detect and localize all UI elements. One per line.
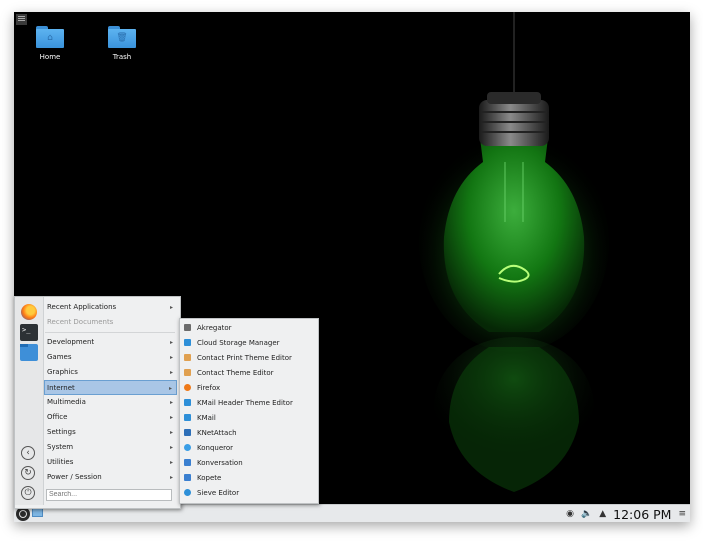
firefox-icon[interactable] [21, 304, 37, 320]
konversation-icon [184, 459, 191, 466]
submenu-item-konqueror[interactable]: Konqueror [184, 441, 314, 455]
refresh-icon[interactable]: ↻ [21, 466, 35, 480]
firefox-icon [184, 384, 191, 391]
clock[interactable]: 12:06 PM [613, 507, 671, 522]
konqueror-icon [184, 444, 191, 451]
back-icon[interactable]: ‹ [21, 446, 35, 460]
menu-item-office[interactable]: Office ▸ [45, 410, 177, 425]
menu-item-graphics[interactable]: Graphics ▸ [45, 365, 177, 380]
menu-separator [45, 332, 175, 333]
submenu-item-akregator[interactable]: Akregator [184, 321, 314, 335]
submenu-item-contact-print-theme-editor[interactable]: Contact Print Theme Editor [184, 351, 314, 365]
submenu-item-knetattach[interactable]: KNetAttach [184, 426, 314, 440]
home-folder-icon: ⌂ [36, 26, 64, 48]
submenu-item-firefox[interactable]: Firefox [184, 381, 314, 395]
desktop-icon-home[interactable]: ⌂ Home [20, 26, 80, 61]
akregator-icon [184, 324, 191, 331]
desktop-toolbox-handle[interactable] [16, 14, 27, 25]
power-icon[interactable]: ⏻ [21, 486, 35, 500]
submenu-item-cloud-storage-manager[interactable]: Cloud Storage Manager [184, 336, 314, 350]
contact-print-theme-icon [184, 354, 191, 361]
contact-theme-icon [184, 369, 191, 376]
menu-item-recent-documents: Recent Documents [47, 318, 114, 326]
desktop-icon-label: Home [39, 53, 61, 61]
submenu-item-konversation[interactable]: Konversation [184, 456, 314, 470]
submenu-item-kopete[interactable]: Kopete [184, 471, 314, 485]
cloud-storage-icon [184, 339, 191, 346]
submenu-item-contact-theme-editor[interactable]: Contact Theme Editor [184, 366, 314, 380]
volume-icon[interactable]: 🔈 [581, 509, 592, 519]
application-menu: ‹ ↻ ⏻ Recent Applications▸ Recent Docume… [14, 296, 181, 509]
desktop-icon-trash[interactable]: 🗑 Trash [92, 26, 152, 61]
menu-item-system[interactable]: System ▸ [45, 440, 177, 455]
menu-item-multimedia[interactable]: Multimedia ▸ [45, 395, 177, 410]
menu-item-recent-applications[interactable]: Recent Applications ▸ [45, 300, 177, 315]
tray-expand-arrow-icon[interactable]: ▲ [599, 509, 606, 519]
kmail-icon [184, 414, 191, 421]
knetattach-icon [184, 429, 191, 436]
menu-item-development[interactable]: Development ▸ [45, 335, 177, 350]
kopete-icon [184, 474, 191, 481]
internet-submenu: Akregator Cloud Storage Manager Contact … [179, 318, 319, 504]
panel-menu-icon[interactable]: ≡ [678, 509, 686, 519]
search-input[interactable] [46, 489, 172, 501]
submenu-item-sieve-editor[interactable]: Sieve Editor [184, 486, 314, 500]
favorites-bar: ‹ ↻ ⏻ [15, 297, 44, 505]
file-manager-icon[interactable] [20, 344, 38, 361]
menu-item-internet[interactable]: Internet ▸ [44, 380, 177, 395]
menu-item-power-session[interactable]: Power / Session ▸ [45, 470, 177, 485]
kmail-header-theme-icon [184, 399, 191, 406]
menu-item-games[interactable]: Games ▸ [45, 350, 177, 365]
trash-folder-icon: 🗑 [108, 26, 136, 48]
application-launcher-button[interactable] [16, 507, 30, 521]
sieve-editor-icon [184, 489, 191, 496]
submenu-item-kmail[interactable]: KMail [184, 411, 314, 425]
terminal-icon[interactable] [20, 324, 38, 341]
wallpaper-lightbulb [419, 12, 609, 492]
submenu-item-kmail-header-theme-editor[interactable]: KMail Header Theme Editor [184, 396, 314, 410]
system-tray: ◉ 🔈 ▲ 12:06 PM ≡ [566, 506, 686, 522]
network-icon[interactable]: ◉ [566, 509, 574, 519]
menu-item-utilities[interactable]: Utilities ▸ [45, 455, 177, 470]
menu-item-settings[interactable]: Settings ▸ [45, 425, 177, 440]
desktop-icon-label: Trash [112, 53, 132, 61]
